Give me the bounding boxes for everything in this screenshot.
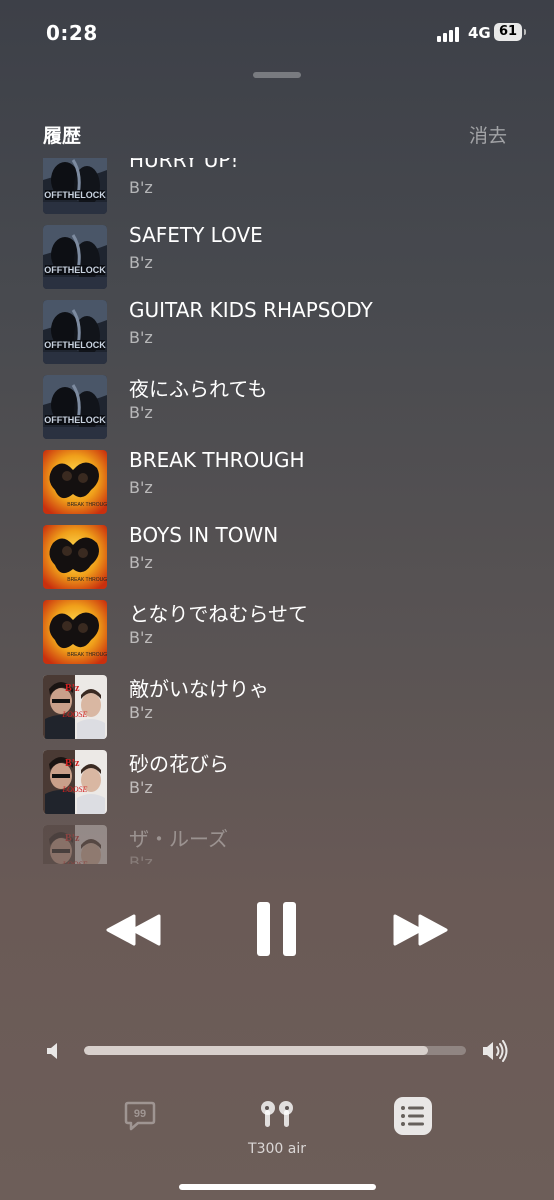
svg-text:OFFTHELOCK: OFFTHELOCK: [44, 415, 106, 425]
cellular-signal-icon: [437, 26, 463, 42]
airplay-device-label[interactable]: T300 air: [222, 1141, 332, 1157]
battery-icon: 61: [494, 23, 526, 43]
volume-slider[interactable]: [84, 1046, 466, 1055]
history-row[interactable]: BREAK THROUGH BREAK THROUGH B'z: [0, 448, 554, 533]
airpods-icon[interactable]: [258, 1100, 296, 1130]
history-row[interactable]: B’z LOOSE 敵がいなけりゃ B'z: [0, 675, 554, 758]
song-title: GUITAR KIDS RHAPSODY: [129, 298, 373, 322]
song-artist: B'z: [129, 703, 153, 722]
history-row[interactable]: OFFTHELOCK HURRY UP! B'z: [0, 158, 554, 233]
song-title: 敵がいなけりゃ: [129, 677, 269, 701]
history-row[interactable]: BREAK THROUGH BOYS IN TOWN B'z: [0, 523, 554, 608]
album-art: OFFTHELOCK: [43, 225, 107, 289]
clear-history-button[interactable]: 消去: [469, 121, 507, 148]
fast-forward-icon[interactable]: [392, 913, 448, 947]
history-row[interactable]: OFFTHELOCK GUITAR KIDS RHAPSODY B'z: [0, 298, 554, 383]
svg-text:LOOSE: LOOSE: [62, 860, 88, 864]
status-time: 0:28: [46, 21, 98, 45]
song-title: BOYS IN TOWN: [129, 523, 279, 547]
sheet-grabber[interactable]: [253, 72, 301, 78]
svg-text:B’z: B’z: [65, 758, 80, 769]
svg-text:OFFTHELOCK: OFFTHELOCK: [44, 190, 106, 200]
pause-icon[interactable]: [256, 901, 298, 957]
album-art: OFFTHELOCK: [43, 300, 107, 364]
volume-low-icon: [47, 1043, 57, 1059]
song-artist: B'z: [129, 178, 153, 197]
song-artist: B'z: [129, 853, 153, 864]
album-art: B’z LOOSE: [43, 675, 107, 739]
album-art: B’z LOOSE: [43, 750, 107, 814]
volume-slider-fill: [84, 1046, 428, 1055]
history-row[interactable]: BREAK THROUGH となりでねむらせて B'z: [0, 600, 554, 683]
lyrics-icon[interactable]: 99: [124, 1101, 156, 1131]
queue-list-icon[interactable]: [394, 1097, 432, 1135]
song-title: HURRY UP!: [129, 158, 239, 172]
song-title: BREAK THROUGH: [129, 448, 305, 472]
network-type: 4G: [468, 24, 491, 42]
album-art: BREAK THROUGH: [43, 450, 107, 514]
history-row[interactable]: OFFTHELOCK 夜にふられても B'z: [0, 375, 554, 458]
album-art: BREAK THROUGH: [43, 600, 107, 664]
svg-text:B’z: B’z: [65, 833, 80, 844]
svg-text:BREAK THROUGH: BREAK THROUGH: [67, 652, 107, 658]
svg-text:LOOSE: LOOSE: [62, 710, 88, 719]
history-row[interactable]: B’z LOOSE 砂の花びら B'z: [0, 750, 554, 833]
playback-controls: [0, 895, 554, 965]
song-title: 砂の花びら: [129, 752, 229, 776]
song-artist: B'z: [129, 478, 153, 497]
album-art: B’z LOOSE: [43, 825, 107, 864]
volume-control: [0, 1036, 554, 1066]
svg-text:BREAK THROUGH: BREAK THROUGH: [67, 577, 107, 583]
song-title: となりでねむらせて: [129, 602, 308, 626]
svg-text:B’z: B’z: [65, 683, 80, 694]
status-bar: 0:28 4G 61: [0, 0, 554, 62]
song-artist: B'z: [129, 253, 153, 272]
album-art: BREAK THROUGH: [43, 525, 107, 589]
song-title: ザ・ルーズ: [129, 827, 228, 851]
song-artist: B'z: [129, 328, 153, 347]
album-art: OFFTHELOCK: [43, 158, 107, 214]
song-artist: B'z: [129, 403, 153, 422]
home-indicator: [179, 1184, 376, 1190]
battery-level: 61: [494, 23, 522, 41]
history-title: 履歴: [43, 125, 82, 147]
svg-text:OFFTHELOCK: OFFTHELOCK: [44, 340, 106, 350]
rewind-icon[interactable]: [106, 913, 162, 947]
volume-high-icon: [483, 1040, 508, 1062]
song-artist: B'z: [129, 628, 153, 647]
svg-text:99: 99: [134, 1108, 146, 1120]
history-list[interactable]: OFFTHELOCK HURRY UP! B'z OFFTHELOCK SAFETY L…: [0, 158, 554, 864]
svg-text:LOOSE: LOOSE: [62, 785, 88, 794]
song-title: SAFETY LOVE: [129, 223, 263, 247]
svg-text:OFFTHELOCK: OFFTHELOCK: [44, 265, 106, 275]
history-row[interactable]: B’z LOOSE ザ・ルーズ B'z: [0, 825, 554, 864]
song-artist: B'z: [129, 778, 153, 797]
svg-text:BREAK THROUGH: BREAK THROUGH: [67, 502, 107, 508]
song-artist: B'z: [129, 553, 153, 572]
song-title: 夜にふられても: [129, 377, 268, 401]
bottom-toolbar: 99 T300 air: [0, 1092, 554, 1162]
history-row[interactable]: OFFTHELOCK SAFETY LOVE B'z: [0, 223, 554, 308]
album-art: OFFTHELOCK: [43, 375, 107, 439]
